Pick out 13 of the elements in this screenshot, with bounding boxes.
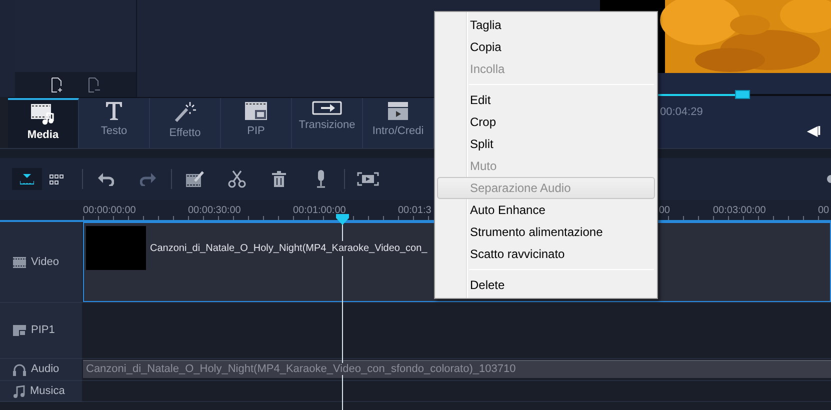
track-label: Video (31, 254, 59, 270)
ruler-time-label: 00:01:00:00 (293, 204, 347, 218)
ruler-time-label: 00:01:3 (398, 204, 432, 218)
ruler-time-label: 00 (818, 204, 830, 218)
track-label: PIP1 (31, 323, 55, 338)
track-label: Musica (30, 384, 65, 399)
time-display: 00:04:29 (659, 105, 703, 120)
clip-name: Canzoni_di_Natale_O_Holy_Night(MP4_Karaoke_Video_con_ (150, 241, 428, 256)
ruler-time-label: 00 (658, 204, 670, 218)
ruler-time-label: 00:00:00:00 (83, 204, 137, 218)
track-label: Audio (31, 362, 60, 378)
ruler-time-label: 00:00:30:00 (188, 204, 242, 218)
ruler-time-label: 00:03:00:00 (713, 204, 767, 218)
